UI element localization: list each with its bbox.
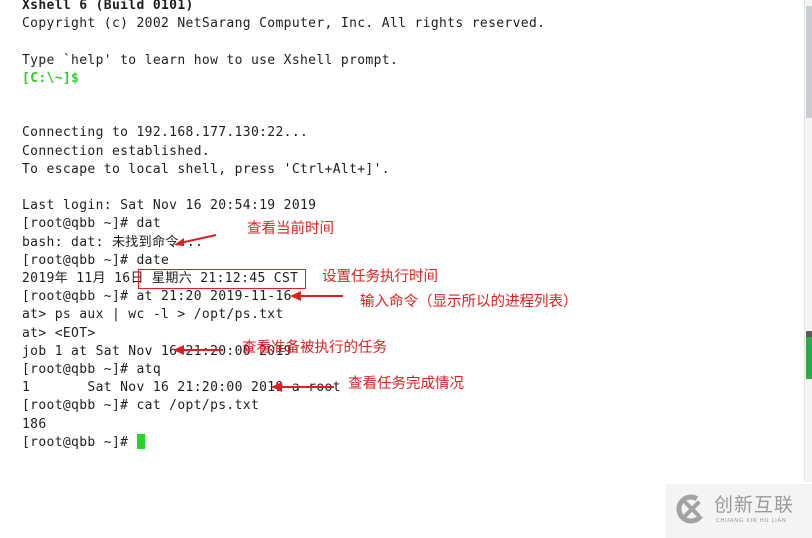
terminal-line-text: To escape to local shell, press 'Ctrl+Al… bbox=[22, 161, 390, 177]
terminal-line: Xshell 6 (Build 0101) bbox=[22, 0, 194, 15]
terminal-line: at> <EOT> bbox=[22, 325, 96, 343]
terminal-line: [root@qbb ~]# atq bbox=[22, 361, 161, 379]
terminal-line: Connecting to 192.168.177.130:22... bbox=[22, 124, 308, 142]
cx-logo-icon bbox=[676, 494, 706, 524]
terminal-line: Last login: Sat Nov 16 20:54:19 2019 bbox=[22, 197, 316, 215]
terminal-line-text: [root@qbb ~]# cat /opt/ps.txt bbox=[22, 398, 260, 414]
terminal-line: [root@qbb ~]# dat bbox=[22, 215, 161, 233]
terminal-cursor bbox=[137, 433, 146, 449]
terminal-line: at> ps aux | wc -l > /opt/ps.txt bbox=[22, 306, 284, 324]
watermark-title: 创新互联 bbox=[714, 494, 795, 516]
annotation-check-result: 查看任务完成情况 bbox=[348, 376, 464, 392]
terminal-line-text: [root@qbb ~]# atq bbox=[22, 362, 162, 377]
terminal-line-text: [C:\~]$ bbox=[22, 70, 80, 86]
terminal-line-text: Type `help' to learn how to use Xshell p… bbox=[22, 52, 399, 68]
terminal-line-text: [root@qbb ~]# dat bbox=[22, 216, 162, 232]
watermark-logo: 创新互联 CHUANG XIN HU LIAN bbox=[666, 484, 812, 538]
terminal-line: [root@qbb ~]# cat /opt/ps.txt bbox=[22, 397, 259, 415]
arrow-icon-atq bbox=[173, 345, 222, 355]
vertical-scrollbar[interactable] bbox=[804, 0, 812, 482]
terminal-output[interactable]: Xshell 6 (Build 0101) Copyright (c) 2002 … bbox=[0, 0, 804, 482]
terminal-line-text: Connecting to 192.168.177.130:22... bbox=[22, 125, 309, 141]
terminal-line: Connection established. bbox=[22, 143, 210, 161]
terminal-line-text: [root@qbb ~]# bbox=[22, 434, 137, 450]
terminal-line-text: Last login: Sat Nov 16 20:54:19 2019 bbox=[22, 198, 317, 214]
terminal-line-text: [root@qbb ~]# date bbox=[22, 252, 170, 268]
highlight-box-at-command bbox=[138, 269, 306, 289]
terminal-line: [C:\~]$ bbox=[22, 70, 79, 88]
terminal-line-text: Xshell 6 (Build 0101) bbox=[22, 0, 194, 13]
annotation-input-command: 输入命令（显示所以的进程列表） bbox=[360, 294, 578, 310]
terminal-line-text: [root@qbb ~]# at 21:20 2019-11-16 bbox=[22, 289, 292, 305]
terminal-line-text: Connection established. bbox=[22, 143, 211, 159]
arrow-icon-cat bbox=[271, 382, 334, 392]
terminal-line: To escape to local shell, press 'Ctrl+Al… bbox=[22, 161, 390, 179]
terminal-line: [root@qbb ~]# bbox=[22, 433, 146, 452]
terminal-line: [root@qbb ~]# date bbox=[22, 252, 169, 270]
watermark-subtitle: CHUANG XIN HU LIAN bbox=[716, 518, 787, 524]
annotation-set-time: 设置任务执行时间 bbox=[322, 269, 438, 285]
annotation-check-time: 查看当前时间 bbox=[247, 221, 334, 237]
terminal-line: 186 bbox=[22, 416, 47, 434]
terminal-line-text: at> ps aux | wc -l > /opt/ps.txt bbox=[22, 307, 284, 323]
annotation-pending-jobs: 查看准备被执行的任务 bbox=[242, 340, 387, 356]
terminal-line-text: at> <EOT> bbox=[22, 325, 96, 341]
scrollbar-position-marker bbox=[806, 331, 812, 379]
arrow-icon-input bbox=[290, 291, 343, 301]
terminal-line: Copyright (c) 2002 NetSarang Computer, I… bbox=[22, 15, 545, 33]
terminal-line: Type `help' to learn how to use Xshell p… bbox=[22, 52, 398, 70]
arrow-icon-date bbox=[174, 234, 217, 246]
terminal-line: [root@qbb ~]# at 21:20 2019-11-16 bbox=[22, 288, 292, 306]
terminal-line-text: 186 bbox=[22, 416, 47, 432]
terminal-line-text: Copyright (c) 2002 NetSarang Computer, I… bbox=[22, 16, 546, 32]
scrollbar-thumb[interactable] bbox=[806, 6, 812, 118]
